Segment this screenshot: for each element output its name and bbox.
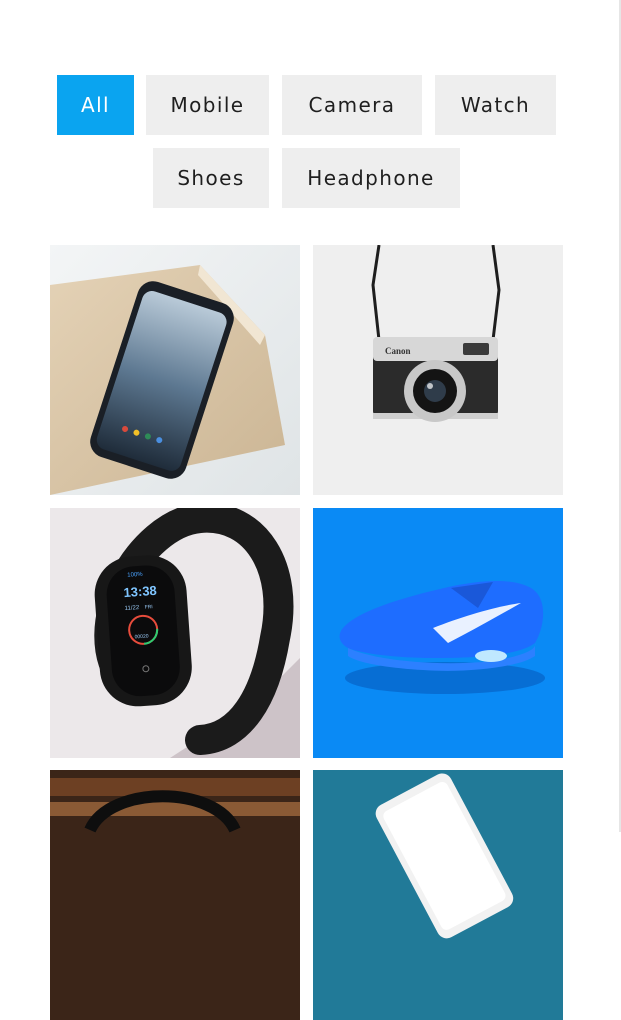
portfolio-item-shoes[interactable]	[313, 508, 563, 758]
portfolio-item-headphone[interactable]	[50, 770, 300, 1020]
watch-battery-text: 100%	[127, 572, 143, 579]
filter-label: Watch	[460, 93, 531, 117]
filter-watch-button[interactable]: Watch	[435, 75, 556, 135]
filter-label: Shoes	[177, 166, 245, 190]
filter-label: Mobile	[170, 93, 245, 117]
sneaker-image	[313, 508, 563, 758]
filter-label: Camera	[308, 93, 396, 117]
camera-brand-text: Canon	[385, 346, 411, 356]
filter-mobile-button[interactable]: Mobile	[146, 75, 269, 135]
filter-camera-button[interactable]: Camera	[282, 75, 422, 135]
smartphone-image	[50, 245, 300, 495]
portfolio-item-watch[interactable]: 100% 13:38 11/22 FRI 00020	[50, 508, 300, 758]
portfolio-item-camera[interactable]: Canon	[313, 245, 563, 495]
watch-date-text: 11/22	[124, 605, 140, 612]
filter-label: All	[81, 93, 110, 117]
camera-image: Canon	[313, 245, 563, 495]
filter-headphone-button[interactable]: Headphone	[282, 148, 460, 208]
watch-steps-text: 00020	[134, 633, 149, 640]
phone-on-carpet-image	[313, 770, 563, 1020]
watch-day-text: FRI	[144, 604, 152, 611]
filter-all-button[interactable]: All	[57, 75, 134, 135]
watch-time-text: 13:38	[123, 583, 157, 600]
portfolio-item-mobile[interactable]	[50, 245, 300, 495]
portfolio-filter-bar: All Mobile Camera Watch Shoes Headphone	[0, 0, 619, 240]
headphone-image	[50, 770, 300, 1020]
portfolio-item-mobile-2[interactable]	[313, 770, 563, 1020]
filter-label: Headphone	[307, 166, 435, 190]
fitness-band-image: 100% 13:38 11/22 FRI 00020	[50, 508, 300, 758]
filter-shoes-button[interactable]: Shoes	[153, 148, 269, 208]
